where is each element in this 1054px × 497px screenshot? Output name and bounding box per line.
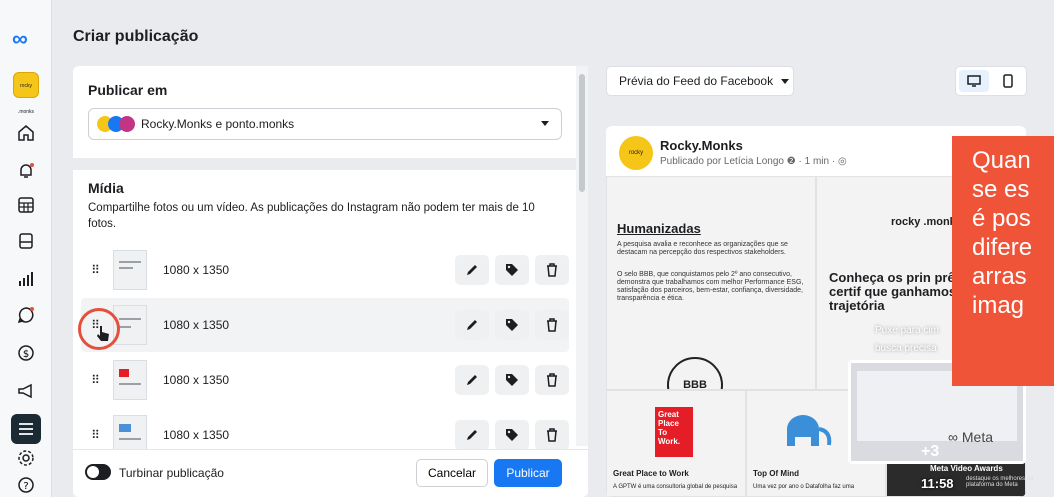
- boost-label: Turbinar publicação: [119, 466, 224, 480]
- trash-icon[interactable]: [535, 255, 569, 285]
- video-timestamp: 11:58: [921, 476, 954, 491]
- overlay-line: Quan: [972, 147, 1031, 174]
- tag-icon[interactable]: [495, 365, 529, 395]
- help-icon[interactable]: ?: [15, 474, 37, 496]
- tile-title: Top Of Mind: [753, 469, 800, 478]
- seal-label: BBB: [683, 379, 707, 390]
- cursor-highlight-ring: [78, 308, 120, 350]
- overlay-line: difere: [972, 234, 1033, 261]
- drag-handle-icon[interactable]: ⠿: [85, 264, 105, 276]
- caption-overlay: Quan se es é pos difere arras imag: [952, 136, 1054, 386]
- post-meta: Publicado por Letícia Longo ❷ · 1 min · …: [660, 156, 847, 167]
- media-dimensions: 1080 x 1350: [163, 318, 230, 332]
- publish-in-title: Publicar em: [88, 82, 168, 98]
- calendar-grid-icon[interactable]: [15, 194, 37, 216]
- edit-pencil-icon[interactable]: [455, 255, 489, 285]
- media-item-row[interactable]: ⠿ 1080 x 1350: [81, 243, 569, 297]
- swipe-hint: busca precisa: [875, 343, 937, 354]
- tile-caption: A GPTW é uma consultoria global de pesqu…: [613, 484, 738, 490]
- cancel-button[interactable]: Cancelar: [416, 459, 488, 487]
- tile-caption: Uma vez por ano o Datafolha faz uma: [753, 484, 855, 490]
- svg-text:$: $: [23, 349, 29, 360]
- edit-pencil-icon[interactable]: [455, 420, 489, 450]
- page-avatars: [97, 116, 135, 132]
- svg-text:?: ?: [23, 481, 28, 492]
- media-item-row[interactable]: ⠿ 1080 x 1350: [81, 298, 569, 352]
- desktop-icon[interactable]: [959, 70, 989, 92]
- ads-megaphone-icon[interactable]: [15, 380, 37, 402]
- page-name[interactable]: Rocky.Monks: [660, 138, 743, 153]
- elephant-icon: [787, 415, 832, 446]
- media-title: Mídia: [88, 180, 124, 196]
- preview-type-label: Prévia do Feed do Facebook: [619, 74, 774, 88]
- instagram-icon: [119, 116, 135, 132]
- scrollbar-thumb[interactable]: [579, 74, 585, 192]
- media-item-row[interactable]: ⠿ 1080 x 1350: [81, 353, 569, 407]
- overlay-line: se es: [972, 176, 1030, 203]
- content-icon[interactable]: [15, 230, 37, 252]
- mobile-icon[interactable]: [993, 70, 1023, 92]
- tile-paragraph: O selo BBB, que conquistamos pelo 2º ano…: [617, 271, 804, 302]
- trash-icon[interactable]: [535, 310, 569, 340]
- panel-scrollbar[interactable]: [576, 66, 588, 446]
- tile-paragraph: A pesquisa avalia e reconhece as organiz…: [617, 241, 788, 256]
- edit-pencil-icon[interactable]: [455, 365, 489, 395]
- meta-logo-icon[interactable]: ∞: [12, 26, 28, 52]
- billing-icon[interactable]: $: [15, 342, 37, 364]
- tile-title: Great Place to Work: [613, 469, 689, 478]
- carousel-tile[interactable]: Humanizadas A pesquisa avalia e reconhec…: [606, 176, 816, 390]
- chevron-down-icon: [541, 121, 549, 126]
- home-icon[interactable]: [15, 122, 37, 144]
- insights-icon[interactable]: [15, 268, 37, 290]
- left-nav-rail: ∞ rocky .monks $ ?: [0, 0, 52, 497]
- media-thumbnail: [113, 360, 147, 400]
- media-dimensions: 1080 x 1350: [163, 263, 230, 277]
- drag-handle-icon[interactable]: ⠿: [85, 374, 105, 386]
- overlay-line: é pos: [972, 205, 1031, 232]
- device-toggle: [955, 66, 1027, 96]
- overlay-line: arras: [972, 263, 1027, 290]
- section-divider: [73, 158, 588, 170]
- edit-pencil-icon[interactable]: [455, 310, 489, 340]
- gptw-badge: Great Place To Work.: [655, 407, 693, 457]
- award-caption: destaque os melhores da plataforma do Me…: [966, 476, 1034, 488]
- inbox-icon[interactable]: [15, 304, 37, 326]
- chevron-down-icon: [781, 78, 790, 84]
- boost-toggle[interactable]: [85, 464, 111, 480]
- media-dimensions: 1080 x 1350: [163, 428, 230, 442]
- overlay-line: imag: [972, 292, 1025, 319]
- tag-icon[interactable]: [495, 255, 529, 285]
- meta-logo-text: ∞ Meta: [948, 429, 993, 445]
- settings-gear-icon[interactable]: [15, 447, 37, 469]
- page-title: Criar publicação: [73, 28, 199, 45]
- tag-icon[interactable]: [495, 310, 529, 340]
- award-title: Meta Video Awards: [930, 464, 1003, 473]
- publish-button[interactable]: Publicar: [494, 459, 562, 487]
- trash-icon[interactable]: [535, 365, 569, 395]
- menu-icon[interactable]: [11, 414, 41, 444]
- media-thumbnail: [113, 250, 147, 290]
- create-post-panel: Publicar em Rocky.Monks e ponto.monks Mí…: [73, 66, 588, 497]
- selected-pages-label: Rocky.Monks e ponto.monks: [141, 117, 295, 131]
- media-dimensions: 1080 x 1350: [163, 373, 230, 387]
- bbb-seal: BBB: [667, 357, 723, 390]
- page-avatar: rocky .monks: [619, 136, 653, 190]
- account-avatar[interactable]: rocky .monks: [13, 72, 39, 115]
- more-count: +3: [921, 443, 940, 460]
- preview-type-dropdown[interactable]: Prévia do Feed do Facebook: [606, 66, 794, 96]
- media-description: Compartilhe fotos ou um vídeo. As public…: [88, 202, 535, 230]
- swipe-hint: Puxe para cim: [875, 325, 939, 336]
- avatar-label: rocky .monks: [17, 83, 35, 115]
- carousel-tile[interactable]: Great Place To Work. Great Place to Work…: [606, 390, 746, 497]
- notifications-icon[interactable]: [15, 160, 37, 182]
- post-footer: Turbinar publicação Cancelar Publicar: [73, 449, 588, 497]
- tag-icon[interactable]: [495, 420, 529, 450]
- page-selector-dropdown[interactable]: Rocky.Monks e ponto.monks: [88, 108, 562, 140]
- trash-icon[interactable]: [535, 420, 569, 450]
- drag-handle-icon[interactable]: ⠿: [85, 429, 105, 441]
- tile-heading: Humanizadas: [617, 221, 701, 236]
